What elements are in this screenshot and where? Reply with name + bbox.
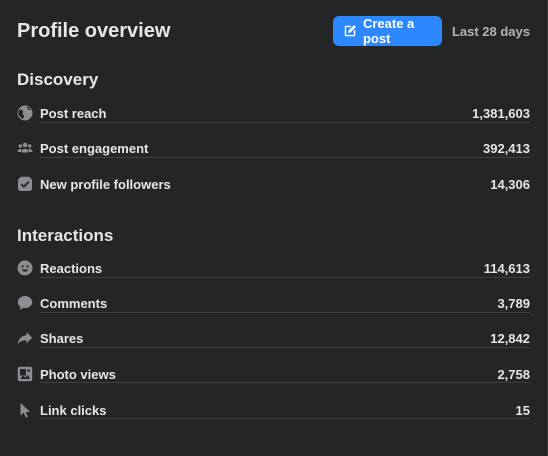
photo-icon [17, 366, 33, 382]
metric-label: Shares [40, 330, 84, 346]
metric-label: New profile followers [40, 176, 171, 192]
divider [40, 418, 530, 419]
edit-icon [343, 24, 357, 38]
create-post-button[interactable]: Create a post [332, 16, 442, 46]
metric-label: Post engagement [40, 140, 149, 156]
metric-label: Reactions [40, 260, 103, 276]
metric-row-reactions[interactable]: Reactions 114,613 [17, 258, 530, 278]
divider [40, 122, 530, 123]
metric-label: Link clicks [40, 402, 107, 418]
metric-value: 15 [515, 402, 530, 418]
divider [40, 157, 530, 158]
divider [40, 347, 530, 348]
metric-value: 392,413 [483, 140, 530, 156]
metric-row-comments[interactable]: Comments 3,789 [17, 293, 530, 313]
divider [40, 277, 530, 278]
share-arrow-icon [17, 330, 33, 346]
metric-label: Comments [40, 295, 108, 311]
metric-label: Photo views [40, 366, 116, 382]
create-post-label: Create a post [362, 16, 415, 46]
interactions-section-title: Interactions [17, 226, 114, 245]
header: Profile overview Create a post Last 28 d… [17, 16, 530, 46]
metric-row-post-engagement[interactable]: Post engagement 392,413 [17, 138, 530, 158]
page-title: Profile overview [17, 19, 171, 42]
people-icon [17, 140, 33, 156]
follow-check-icon [17, 176, 33, 192]
metric-value: 2,758 [497, 366, 530, 382]
comment-bubble-icon [17, 295, 33, 311]
cursor-icon [17, 402, 33, 418]
metric-row-link-clicks[interactable]: Link clicks 15 [17, 400, 530, 420]
divider [40, 382, 530, 383]
metric-value: 114,613 [483, 260, 530, 276]
metric-label: Post reach [40, 105, 107, 121]
metric-row-shares[interactable]: Shares 12,842 [17, 328, 530, 348]
metric-value: 12,842 [490, 330, 530, 346]
smiley-icon [17, 260, 33, 276]
metric-row-new-profile-followers[interactable]: New profile followers 14,306 [17, 174, 530, 194]
globe-icon [17, 105, 33, 121]
discovery-section-title: Discovery [17, 70, 99, 89]
metric-value: 14,306 [490, 176, 530, 192]
divider [40, 312, 530, 313]
date-range-label: Last 28 days [451, 23, 530, 39]
metric-row-photo-views[interactable]: Photo views 2,758 [17, 364, 530, 384]
metric-value: 3,789 [497, 295, 530, 311]
metric-row-post-reach[interactable]: Post reach 1,381,603 [17, 103, 530, 123]
metric-value: 1,381,603 [472, 105, 530, 121]
profile-overview-panel: Profile overview Create a post Last 28 d… [0, 0, 548, 456]
